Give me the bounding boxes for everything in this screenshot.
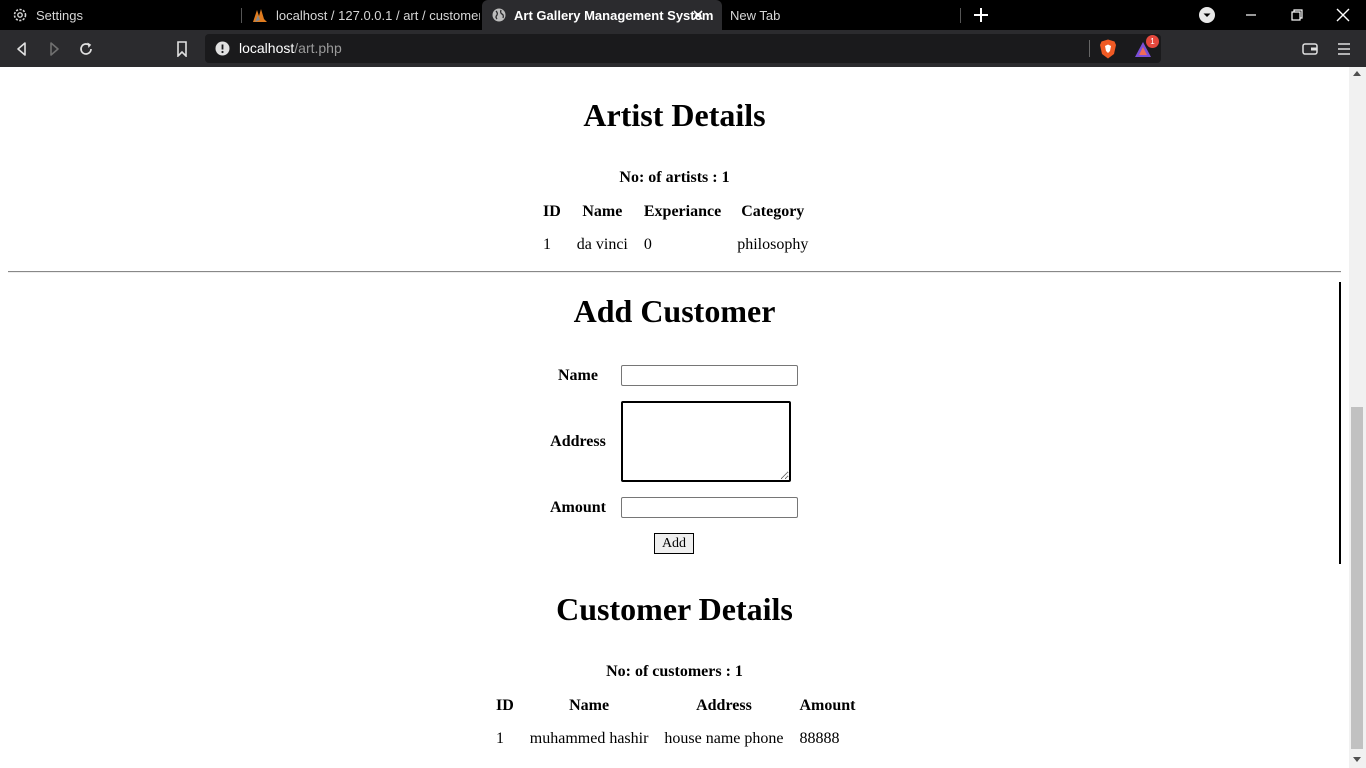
minimize-button[interactable] [1228,0,1274,30]
tab-phpmyadmin[interactable]: localhost / 127.0.0.1 / art / customer |… [242,0,480,30]
url-host: localhost [239,40,295,56]
customer-amount-input[interactable] [621,497,798,518]
table-header-row: ID Name Address Amount [488,689,864,722]
wallet-button[interactable] [1300,39,1320,59]
cell-id: 1 [543,235,551,253]
bookmark-icon [177,41,187,57]
artist-table: ID Name Experiance Category 1 da vinci 0… [535,195,816,261]
table-row: 1 da vinci 0 philosophy [535,228,816,261]
browser-toolbar: localhost/art.php 1 [0,30,1366,67]
customer-name-input[interactable] [621,365,798,386]
section-divider [8,271,1341,273]
column-header-amount: Amount [799,696,856,714]
cell-id: 1 [496,729,504,747]
close-icon[interactable] [690,7,706,23]
bookmark-button[interactable] [172,39,192,59]
url-divider [1089,40,1090,57]
address-label: Address [550,433,606,450]
tab-title: New Tab [730,7,781,23]
cell-name: muhammed hashir [529,729,649,747]
hamburger-menu-icon [1338,43,1350,55]
close-window-button[interactable] [1320,0,1366,30]
tab-art-gallery[interactable]: Art Gallery Management System [482,0,722,30]
gear-icon [13,8,27,22]
plus-icon[interactable] [971,5,991,25]
page-scrollbar[interactable] [1349,67,1366,768]
column-header-experiance: Experiance [643,202,722,220]
restore-button[interactable] [1274,0,1320,30]
globe-icon [492,8,506,22]
scroll-down-arrow-icon[interactable] [1353,757,1361,762]
customer-table: ID Name Address Amount 1 muhammed hashir… [488,689,864,755]
tab-new-tab[interactable]: New Tab [722,0,960,30]
reload-icon [80,42,92,55]
cell-category: philosophy [737,235,809,253]
phpmyadmin-icon [253,9,267,22]
tab-settings[interactable]: Settings [0,0,240,30]
tab-search-icon[interactable] [1199,7,1215,23]
reload-button[interactable] [76,39,96,59]
add-customer-button[interactable]: Add [654,533,694,554]
forward-arrow-icon [50,42,59,56]
tab-strip: Settings localhost / 127.0.0.1 / art / c… [0,0,1366,30]
close-icon [1336,8,1350,22]
column-header-address: Address [696,696,752,714]
column-header-id: ID [543,202,561,220]
brave-shields-icon[interactable] [1099,39,1117,59]
table-row: 1 muhammed hashir house name phone 88888 [488,722,864,755]
name-label: Name [558,367,598,384]
cell-amount: 88888 [799,729,840,747]
customer-count: No: of customers : 1 [606,663,743,680]
minimize-icon [1246,14,1256,16]
vertical-rule [1339,282,1341,564]
rewards-badge: 1 [1146,35,1159,48]
tab-title: localhost / 127.0.0.1 / art / customer |… [276,7,480,23]
back-arrow-icon [17,42,26,56]
cell-address: house name phone [664,729,784,747]
column-header-name: Name [569,696,610,714]
tab-title: Settings [36,7,83,23]
artist-details-heading: Artist Details [583,97,766,133]
address-bar[interactable]: localhost/art.php 1 [205,34,1161,63]
wallet-icon [1302,43,1318,55]
customer-address-textarea[interactable] [621,401,791,482]
amount-label: Amount [549,499,606,516]
restore-icon [1291,9,1303,21]
url-text[interactable]: localhost/art.php [239,40,342,56]
cell-experiance: 0 [643,235,652,253]
scroll-up-arrow-icon[interactable] [1353,71,1361,76]
menu-button[interactable] [1334,39,1354,59]
column-header-category: Category [741,202,805,220]
tab-divider [960,8,961,23]
forward-button[interactable] [44,39,64,59]
column-header-name: Name [582,202,623,220]
scrollbar-thumb[interactable] [1351,407,1363,749]
artist-count: No: of artists : 1 [619,169,730,186]
info-icon[interactable] [215,41,230,56]
page-content: Artist Details No: of artists : 1 ID Nam… [0,67,1366,768]
url-path: /art.php [294,40,342,56]
cell-name: da vinci [576,235,628,253]
column-header-id: ID [496,696,514,714]
customer-details-heading: Customer Details [556,591,793,627]
table-header-row: ID Name Experiance Category [535,195,816,228]
add-customer-heading: Add Customer [573,293,776,329]
back-button[interactable] [12,39,32,59]
tab-title: Art Gallery Management System [514,7,714,23]
